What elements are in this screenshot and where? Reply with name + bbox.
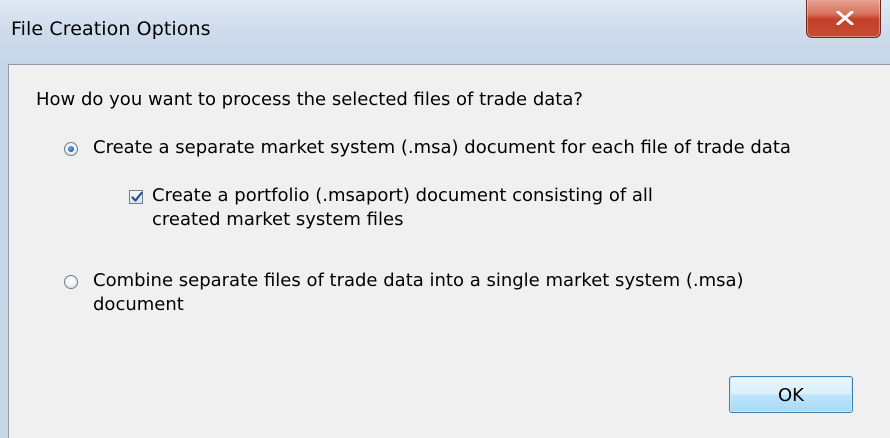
- ok-button[interactable]: OK: [729, 376, 853, 413]
- window-title: File Creation Options: [11, 18, 211, 40]
- radio-separate-documents[interactable]: [64, 142, 78, 156]
- checkmark-icon: [131, 191, 143, 202]
- dialog-client-area: How do you want to process the selected …: [8, 64, 890, 438]
- question-text: How do you want to process the selected …: [36, 89, 583, 110]
- close-x-icon: [836, 11, 854, 25]
- portfolio-checkbox[interactable]: [129, 190, 143, 204]
- option-combine-document-label[interactable]: Combine separate files of trade data int…: [93, 269, 793, 317]
- radio-combine-document[interactable]: [64, 275, 78, 289]
- close-button[interactable]: [806, 0, 881, 38]
- dialog-window: File Creation Options How do you want to…: [0, 0, 890, 438]
- portfolio-checkbox-label[interactable]: Create a portfolio (.msaport) document c…: [152, 184, 712, 232]
- option-separate-documents-label[interactable]: Create a separate market system (.msa) d…: [93, 136, 791, 160]
